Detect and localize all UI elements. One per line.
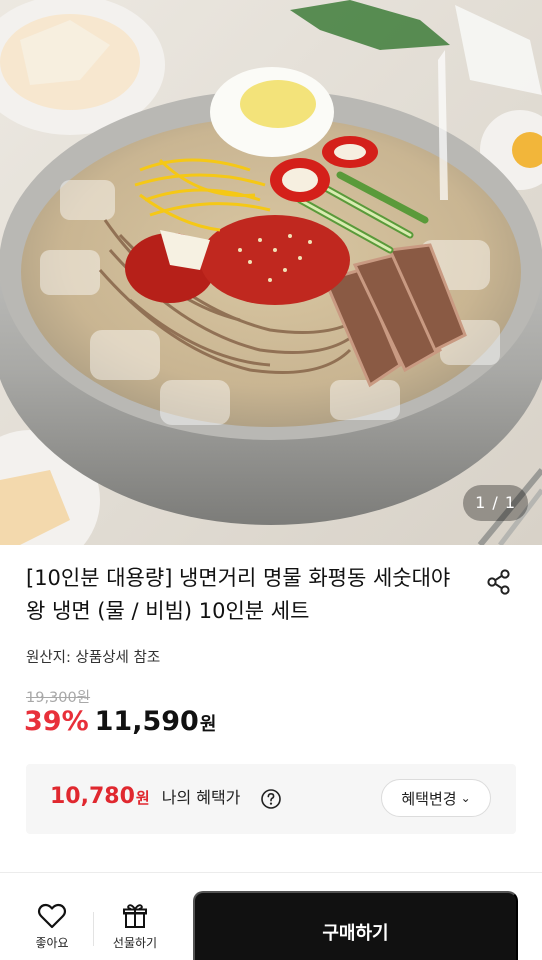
gift-label: 선물하기 <box>112 936 158 950</box>
action-separator <box>93 912 94 946</box>
product-title: [10인분 대용량] 냉면거리 명물 화평동 세숫대야 왕 냉면 (물 / 비빔… <box>26 566 451 623</box>
gift-icon <box>123 904 147 928</box>
image-counter: 1 / 1 <box>463 485 528 521</box>
share-button[interactable] <box>480 563 518 601</box>
help-icon[interactable] <box>260 788 282 810</box>
benefit-price-unit: 원 <box>135 789 150 807</box>
like-label: 좋아요 <box>35 936 69 950</box>
sale-price: 11,590 <box>94 706 199 737</box>
product-photo <box>0 0 542 545</box>
benefit-price: 10,780 <box>50 784 135 809</box>
origin-info: 원산지: 상품상세 참조 <box>26 650 161 666</box>
benefit-price-row: 10,780 원 나의 혜택가 <box>50 784 240 809</box>
benefit-change-button[interactable]: 혜택변경 ⌄ <box>381 779 491 817</box>
original-price: 19,300원 <box>26 690 91 706</box>
benefit-change-label: 혜택변경 <box>401 789 457 808</box>
divider <box>0 872 542 873</box>
benefit-box: 10,780 원 나의 혜택가 혜택변경 ⌄ <box>26 764 516 834</box>
price-row: 39% 11,590 원 <box>24 706 216 737</box>
gift-button[interactable]: 선물하기 <box>105 902 165 960</box>
sale-price-unit: 원 <box>199 714 217 735</box>
heart-icon <box>37 903 67 929</box>
product-image[interactable]: 1 / 1 <box>0 0 542 545</box>
discount-rate: 39% <box>24 706 89 737</box>
buy-button[interactable]: 구매하기 <box>193 891 518 960</box>
share-icon <box>487 569 510 595</box>
chevron-down-icon: ⌄ <box>460 791 471 805</box>
benefit-label: 나의 혜택가 <box>161 788 241 807</box>
like-button[interactable]: 좋아요 <box>22 902 82 960</box>
